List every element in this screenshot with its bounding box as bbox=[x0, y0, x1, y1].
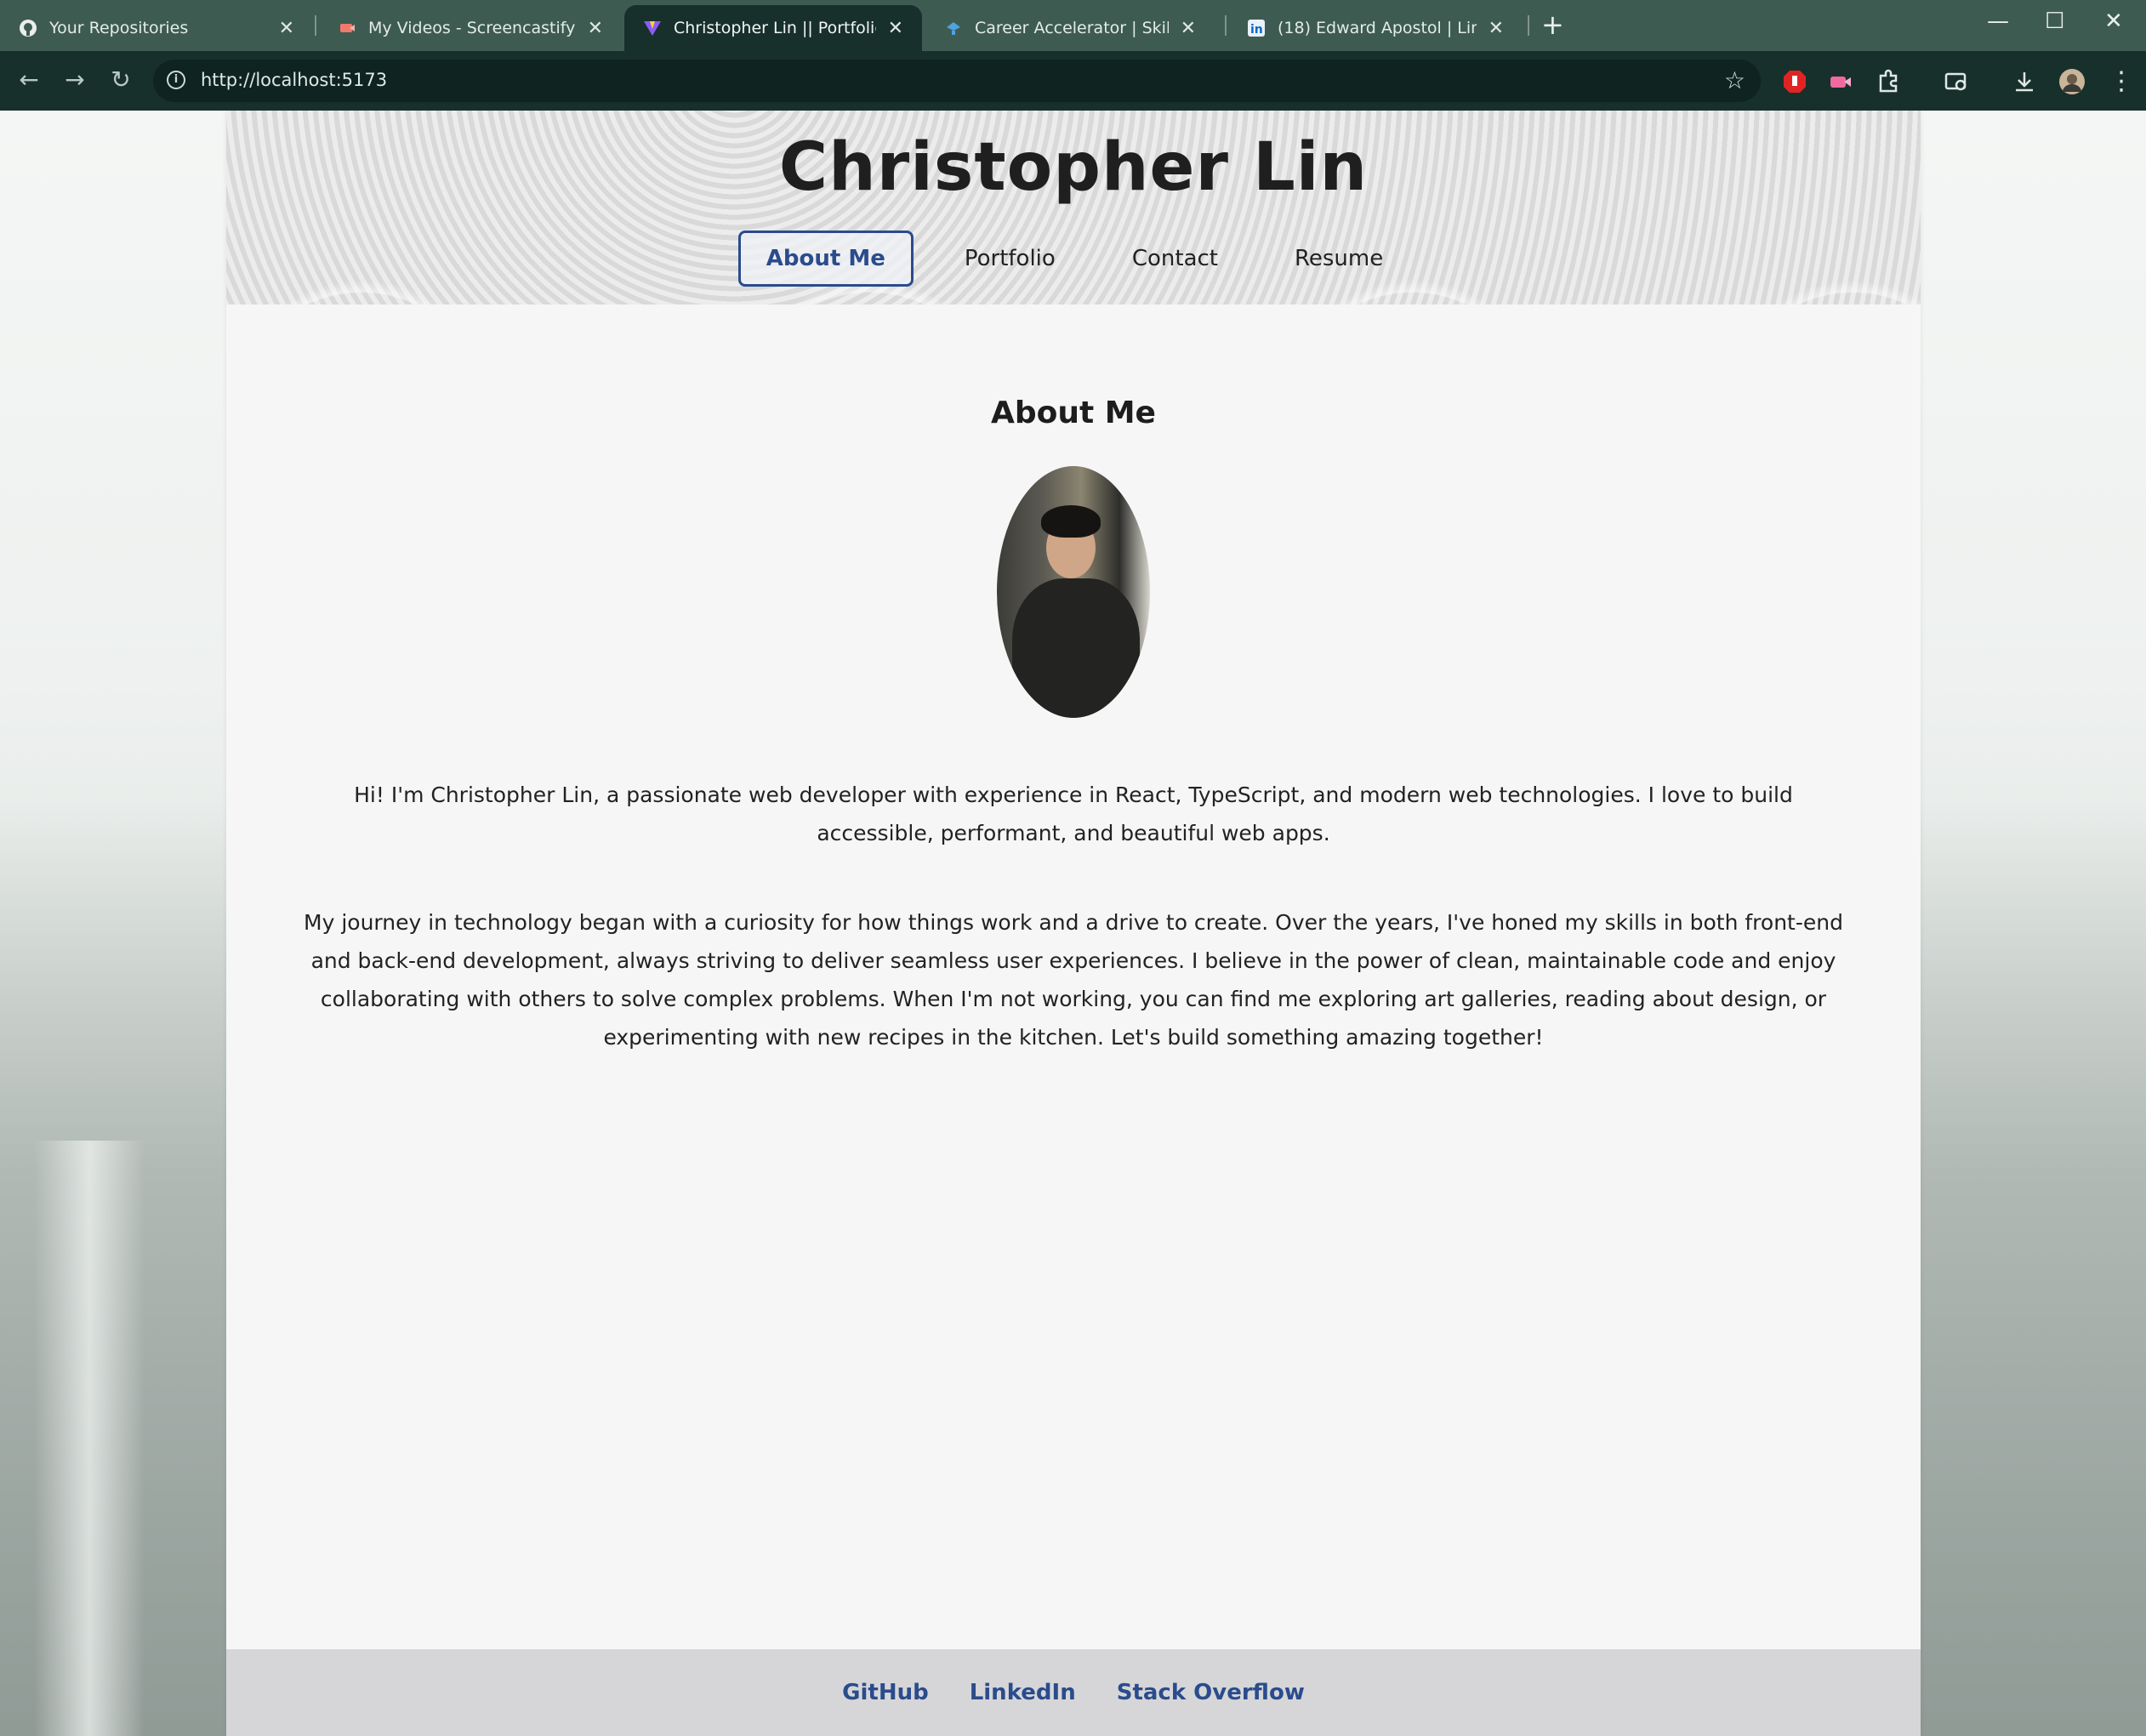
tab-title: Christopher Lin || Portfolio bbox=[674, 19, 876, 37]
profile-avatar-icon[interactable] bbox=[2058, 68, 2086, 95]
tab-title: (18) Edward Apostol | LinkedIn bbox=[1278, 19, 1477, 37]
tab-screencastify[interactable]: My Videos - Screencastify ✕ bbox=[319, 5, 622, 51]
url-text[interactable]: http://localhost:5173 bbox=[201, 70, 387, 90]
tab-title: Your Repositories bbox=[49, 19, 189, 37]
extensions-puzzle-icon[interactable] bbox=[1875, 68, 1902, 95]
nav-resume[interactable]: Resume bbox=[1269, 231, 1409, 287]
screencastify-icon bbox=[338, 19, 356, 37]
tab-portfolio[interactable]: Christopher Lin || Portfolio ✕ bbox=[624, 5, 922, 51]
close-icon[interactable]: ✕ bbox=[1181, 18, 1196, 39]
address-bar[interactable]: i http://localhost:5173 ☆ bbox=[153, 60, 1761, 102]
nav-contact[interactable]: Contact bbox=[1107, 231, 1244, 287]
tab-your-repositories[interactable]: Your Repositories ✕ bbox=[0, 5, 313, 51]
site-title: Christopher Lin bbox=[778, 129, 1369, 206]
back-icon[interactable]: ← bbox=[12, 63, 46, 97]
browser-tab-bar: Your Repositories ✕ My Videos - Screenca… bbox=[0, 0, 2146, 51]
site-footer: GitHub LinkedIn Stack Overflow bbox=[226, 1649, 1921, 1736]
skillhat-icon bbox=[944, 19, 963, 37]
tab-linkedin[interactable]: in (18) Edward Apostol | LinkedIn ✕ bbox=[1228, 5, 1523, 51]
svg-text:in: in bbox=[1250, 23, 1263, 37]
tab-skillhat[interactable]: Career Accelerator | SkillHat ✕ bbox=[925, 5, 1215, 51]
bio-paragraph-2: My journey in technology began with a cu… bbox=[304, 910, 1843, 1050]
about-heading: About Me bbox=[991, 396, 1156, 430]
tab-title: Career Accelerator | SkillHat bbox=[975, 19, 1169, 37]
close-icon[interactable]: ✕ bbox=[279, 18, 294, 39]
site-header: Christopher Lin About Me Portfolio Conta… bbox=[226, 111, 1921, 305]
bio-paragraph-1: Hi! I'm Christopher Lin, a passionate we… bbox=[354, 783, 1793, 845]
footer-link-linkedin[interactable]: LinkedIn bbox=[970, 1680, 1076, 1705]
vite-icon bbox=[643, 19, 662, 37]
linkedin-icon: in bbox=[1247, 19, 1266, 37]
profile-photo bbox=[997, 466, 1150, 718]
site-info-icon[interactable]: i bbox=[167, 71, 185, 89]
footer-link-github[interactable]: GitHub bbox=[842, 1680, 929, 1705]
minimize-icon[interactable]: — bbox=[1987, 9, 2009, 34]
window-close-icon[interactable]: ✕ bbox=[2104, 9, 2123, 34]
download-icon[interactable] bbox=[2011, 68, 2038, 95]
github-icon bbox=[19, 19, 37, 37]
screencastify-extension-icon[interactable] bbox=[1827, 68, 1854, 95]
page-viewport: Christopher Lin About Me Portfolio Conta… bbox=[0, 111, 2146, 1736]
close-icon[interactable]: ✕ bbox=[888, 18, 903, 39]
footer-link-stack-overflow[interactable]: Stack Overflow bbox=[1117, 1680, 1305, 1705]
adblock-extension-icon[interactable] bbox=[1781, 68, 1808, 95]
forward-icon[interactable]: → bbox=[58, 63, 92, 97]
nav-portfolio[interactable]: Portfolio bbox=[939, 231, 1081, 287]
main-nav: About Me Portfolio Contact Resume bbox=[226, 231, 1921, 287]
close-icon[interactable]: ✕ bbox=[588, 18, 603, 39]
page-card: Christopher Lin About Me Portfolio Conta… bbox=[226, 111, 1921, 1736]
background-waterfall bbox=[34, 1141, 145, 1736]
menu-kebab-icon[interactable]: ⋮ bbox=[2108, 68, 2135, 95]
close-icon[interactable]: ✕ bbox=[1489, 18, 1504, 39]
reload-icon[interactable]: ↻ bbox=[104, 63, 138, 97]
background-forest-right bbox=[1916, 800, 2146, 1736]
bookmark-star-icon[interactable]: ☆ bbox=[1724, 66, 1745, 94]
tab-search-icon[interactable] bbox=[1943, 68, 1970, 95]
new-tab-button[interactable]: + bbox=[1541, 9, 1564, 41]
nav-about-me[interactable]: About Me bbox=[737, 231, 914, 287]
maximize-icon[interactable]: ☐ bbox=[2045, 9, 2064, 34]
tab-title: My Videos - Screencastify bbox=[368, 19, 576, 37]
